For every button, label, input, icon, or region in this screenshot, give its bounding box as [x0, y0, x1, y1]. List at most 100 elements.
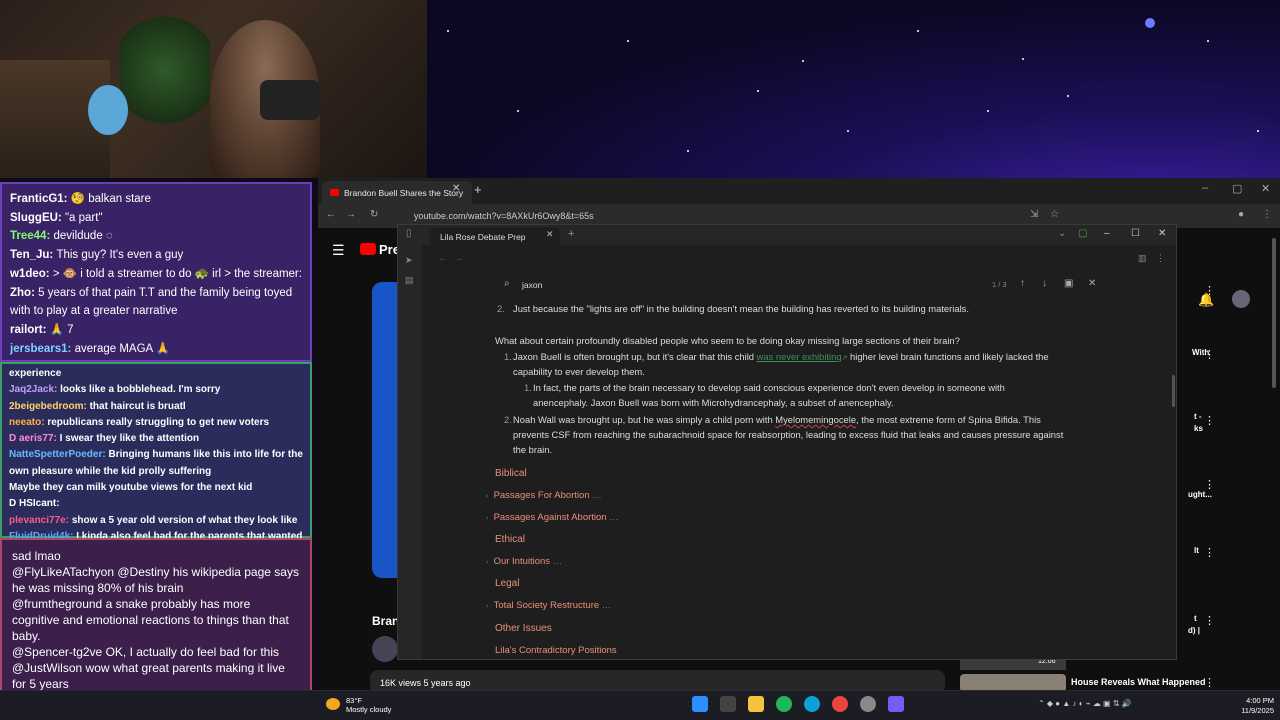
chat-text: with to play at a greater narrative [10, 305, 178, 318]
chat-username[interactable]: @Spencer-tg2ve [12, 645, 106, 659]
search-input[interactable]: jaxon [522, 280, 542, 290]
more-options-icon[interactable]: ⋮ [1156, 253, 1165, 264]
close-icon[interactable]: ✕ [1088, 278, 1096, 289]
chat-username[interactable]: @frumtheground [12, 597, 106, 611]
task-view-icon[interactable] [720, 696, 736, 712]
chrome-icon[interactable] [832, 696, 848, 712]
heading-ethical[interactable]: Ethical [495, 531, 525, 547]
chat-username[interactable]: 2beigebedroom: [9, 401, 90, 412]
heading-passages-for[interactable]: › Passages For Abortion … [486, 487, 602, 504]
chat-username[interactable]: neeato: [9, 417, 47, 428]
note-line: capability to ever develop them. [513, 366, 645, 377]
arrow-down-icon[interactable]: ↓ [1042, 278, 1047, 289]
suggestion-title[interactable]: ught... [1188, 490, 1212, 499]
close-window-icon[interactable]: ✕ [1158, 228, 1166, 239]
suggestion-title[interactable]: lt [1194, 546, 1199, 555]
browser-tab-title: Brandon Buell Shares the Story [344, 188, 464, 198]
suggestion-title[interactable]: t [1194, 614, 1197, 623]
browser-tab[interactable]: Brandon Buell Shares the Story [322, 181, 472, 204]
chat-username[interactable]: Jaq2Jack: [9, 384, 60, 395]
start-icon[interactable] [692, 696, 708, 712]
back-icon[interactable]: ← [326, 209, 336, 220]
toy-figure [88, 85, 128, 135]
heading-our-intuitions[interactable]: › Our Intuitions … [486, 553, 562, 570]
chat-username[interactable]: D aeris77: [9, 433, 60, 444]
channel-avatar[interactable] [372, 636, 398, 662]
heading-biblical[interactable]: Biblical [495, 465, 527, 481]
chat-username[interactable]: NatteSpetterPoeder: [9, 449, 108, 460]
more-options-icon[interactable]: ⋮ [1204, 414, 1215, 427]
chat-username[interactable]: jersbears1: [10, 343, 75, 355]
scrollbar[interactable] [1272, 238, 1276, 388]
more-options-icon[interactable]: ⋮ [1204, 284, 1215, 297]
youtube-logo[interactable]: Pre [360, 242, 400, 257]
menu-dots-icon[interactable]: ⋮ [1262, 209, 1272, 220]
new-tab-button[interactable]: + [568, 228, 574, 240]
close-tab-icon[interactable]: ✕ [546, 229, 554, 240]
more-options-icon[interactable]: ⋮ [1204, 348, 1215, 361]
more-options-icon[interactable]: ⋮ [1204, 676, 1215, 689]
more-options-icon[interactable]: ⋮ [1204, 546, 1215, 559]
heading-passages-against[interactable]: › Passages Against Abortion … [486, 509, 619, 526]
reading-view-icon[interactable]: ▥ [1138, 253, 1147, 264]
maximize-icon[interactable]: ▢ [1232, 182, 1242, 195]
scrollbar[interactable] [1172, 375, 1175, 407]
chat-message: @frumtheground a snake probably has more… [12, 596, 300, 644]
note-tab[interactable]: Lila Rose Debate Prep [430, 227, 560, 245]
chat-username[interactable]: D HSIcant: [9, 498, 60, 509]
reload-icon[interactable]: ↻ [370, 209, 378, 220]
chat-username[interactable]: @FlyLikeATachyon [12, 565, 117, 579]
external-link[interactable]: was never exhibiting [757, 351, 842, 362]
maximize-icon[interactable]: ☐ [1131, 228, 1140, 239]
chat-username[interactable]: SluggEU: [10, 212, 65, 224]
sidebar-toggle-icon[interactable]: ▯ [406, 228, 412, 239]
avatar[interactable] [1232, 290, 1250, 308]
arrow-up-icon[interactable]: ↑ [1020, 278, 1025, 289]
chat-username[interactable]: Zho: [10, 287, 38, 299]
more-options-icon[interactable]: ⋮ [1204, 478, 1215, 491]
chat-username[interactable]: FranticG1: [10, 193, 71, 205]
chat-username[interactable]: railort: [10, 324, 50, 336]
url-field[interactable]: youtube.com/watch?v=8AXkUr6Owy8&t=65s [396, 208, 996, 224]
file-explorer-icon[interactable] [748, 696, 764, 712]
minimize-icon[interactable]: – [1104, 228, 1110, 239]
hamburger-menu-icon[interactable]: ☰ [332, 242, 345, 259]
spotify-icon[interactable] [776, 696, 792, 712]
chat-username[interactable]: @JustWilson [12, 661, 86, 675]
new-tab-button[interactable]: + [474, 182, 482, 197]
bookmark-star-icon[interactable]: ☆ [1050, 209, 1059, 220]
weather-widget[interactable]: 83°F Mostly cloudy [326, 696, 391, 714]
edge-icon[interactable] [804, 696, 820, 712]
chevron-down-icon[interactable]: ⌄ [1058, 228, 1066, 239]
more-options-icon[interactable]: ⋮ [1204, 614, 1215, 627]
chat-username[interactable]: Tree44: [10, 230, 53, 242]
files-icon[interactable]: ▤ [405, 275, 414, 286]
chat-username[interactable]: Ten_Ju: [10, 249, 56, 261]
select-all-icon[interactable]: ▣ [1064, 278, 1073, 289]
close-tab-icon[interactable]: ✕ [452, 183, 460, 194]
nav-arrows[interactable]: ← → [438, 253, 464, 264]
chat-text: devildude ◌ [53, 230, 113, 243]
heading-legal[interactable]: Legal [495, 575, 519, 591]
install-icon[interactable]: ⇲ [1030, 209, 1038, 220]
right-sidebar-icon[interactable]: ▢ [1078, 228, 1087, 239]
suggestion-title[interactable]: d) | [1188, 626, 1200, 635]
chat-username[interactable]: w1deo: [10, 268, 53, 280]
close-window-icon[interactable]: ✕ [1261, 182, 1270, 195]
chat-username[interactable]: plevanci77e: [9, 515, 72, 526]
send-icon[interactable]: ➤ [405, 255, 413, 266]
clock[interactable]: 4:00 PM 11/9/2025 [1230, 696, 1274, 716]
suggestion-title[interactable]: House Reveals What Happened [1071, 677, 1206, 687]
suggestion-title[interactable]: t - [1194, 412, 1202, 421]
obsidian-icon[interactable] [888, 696, 904, 712]
suggestion-title[interactable]: ks [1194, 424, 1203, 433]
system-tray[interactable]: ⌃ ◆ ● ▲ ♪ ◐ ⌁ ☁ ▣ ⇅ 🔊 [1038, 699, 1132, 708]
profile-icon[interactable]: ● [1238, 209, 1244, 220]
forward-icon[interactable]: → [346, 209, 356, 220]
minimize-icon[interactable]: – [1202, 182, 1208, 194]
heading-other-issues[interactable]: Other Issues [495, 620, 552, 636]
chat-text: show a 5 year old version of what they l… [71, 514, 298, 526]
obs-icon[interactable] [860, 696, 876, 712]
heading-total-society[interactable]: › Total Society Restructure … [486, 597, 611, 614]
heading-lila-contradictions[interactable]: Lila's Contradictory Positions [495, 642, 617, 658]
